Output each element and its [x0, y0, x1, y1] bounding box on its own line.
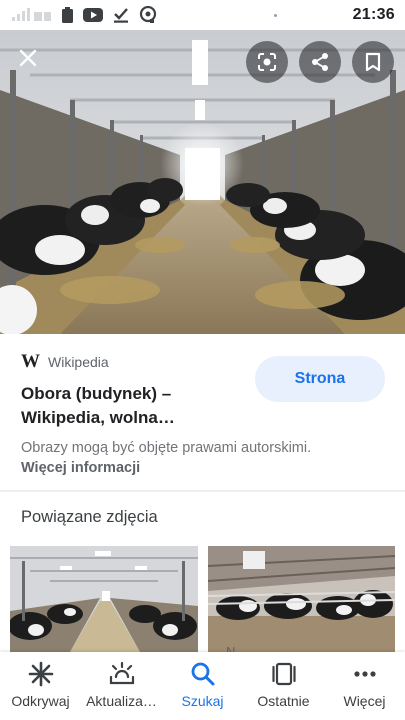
related-photo-1	[10, 546, 198, 652]
nav-label: Aktualiza…	[86, 693, 157, 709]
nav-updates[interactable]: Aktualiza…	[81, 652, 162, 720]
nav-label: Odkrywaj	[11, 693, 70, 709]
search-icon	[190, 661, 216, 687]
rights-text: Obrazy mogą być objęte prawami autorskim…	[21, 440, 312, 456]
nav-label: Ostatnie	[257, 693, 310, 709]
download-done-icon	[113, 7, 129, 23]
rights-notice: Obrazy mogą być objęte prawami autorskim…	[21, 438, 321, 478]
signal-icon	[12, 8, 52, 22]
lens-search-button[interactable]	[246, 41, 288, 83]
source-name: Wikipedia	[48, 353, 109, 370]
share-icon	[312, 53, 328, 71]
lens-search-icon	[258, 53, 276, 71]
result-title[interactable]: Obora (budynek) – Wikipedia, wolna…	[21, 382, 236, 430]
status-time: 21:36	[352, 6, 395, 23]
related-photo-2	[208, 546, 395, 652]
close-button[interactable]	[8, 38, 48, 78]
status-bar: 21:36	[0, 0, 405, 30]
share-button[interactable]	[299, 41, 341, 83]
youtube-icon	[83, 8, 103, 22]
source-row[interactable]: W Wikipedia	[21, 352, 109, 371]
related-title: Powiązane zdjęcia	[21, 508, 158, 526]
related-image-2[interactable]	[208, 546, 395, 652]
tabs-icon	[271, 661, 297, 687]
bottom-nav: Odkrywaj Aktualiza… Szukaj Ostatnie Więc…	[0, 652, 405, 720]
divider	[0, 490, 405, 492]
nav-discover[interactable]: Odkrywaj	[0, 652, 81, 720]
barn-photo	[0, 30, 405, 334]
close-icon	[19, 49, 37, 67]
status-icons	[12, 6, 157, 24]
hero-image[interactable]	[0, 30, 405, 334]
bookmark-icon	[365, 52, 381, 72]
lens-icon	[139, 6, 157, 24]
nav-more[interactable]: Więcej	[324, 652, 405, 720]
page-button[interactable]: Strona	[255, 356, 385, 402]
wikipedia-logo-icon: W	[21, 351, 40, 372]
asterisk-icon	[28, 661, 54, 687]
nav-label: Więcej	[343, 693, 386, 709]
nav-label: Szukaj	[181, 693, 224, 709]
result-info: W Wikipedia Obora (budynek) – Wikipedia,…	[0, 334, 405, 490]
more-info-link[interactable]: Więcej informacji	[21, 460, 140, 476]
updates-icon	[108, 661, 136, 687]
nav-recent[interactable]: Ostatnie	[243, 652, 324, 720]
related-image-1[interactable]	[10, 546, 198, 652]
bookmark-button[interactable]	[352, 41, 394, 83]
more-icon	[352, 661, 378, 687]
status-dot	[274, 14, 277, 17]
nav-search[interactable]: Szukaj	[162, 652, 243, 720]
battery-icon	[62, 7, 73, 23]
